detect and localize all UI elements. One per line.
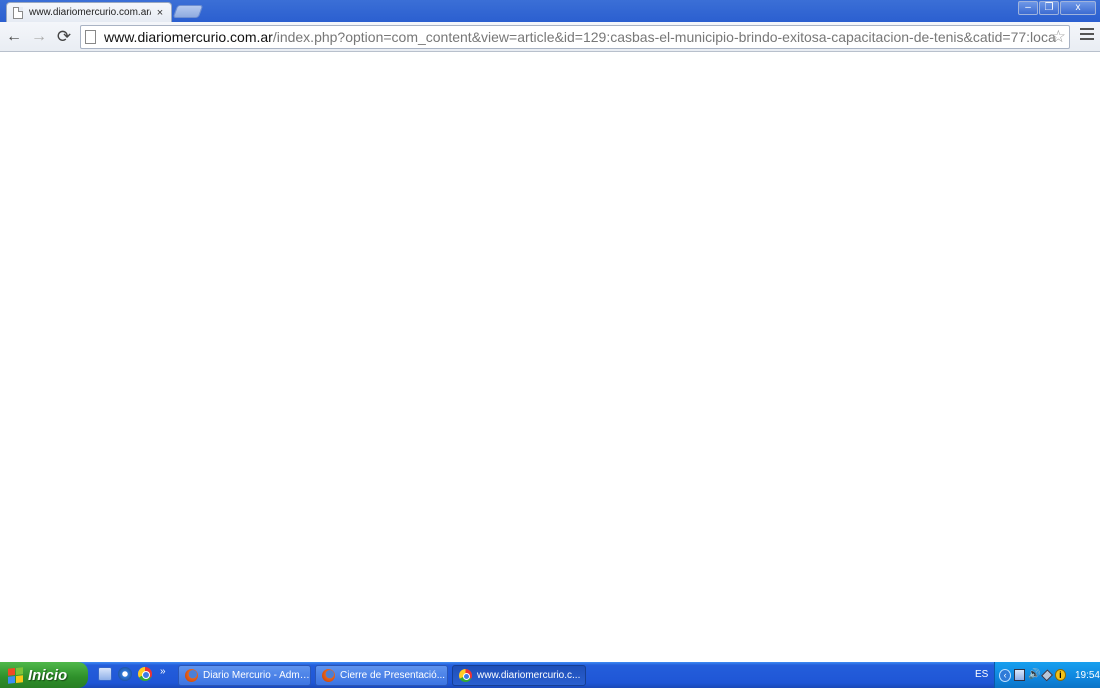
browser-toolbar: ← → ⟳ www.diariomercurio.com.ar/index.ph…: [0, 22, 1100, 52]
tab-strip: www.diariomercurio.com.ar/i × – ❐ x: [0, 0, 1100, 22]
clock: 19:54: [1074, 669, 1100, 681]
tab-close-icon[interactable]: ×: [155, 7, 165, 19]
minimize-button[interactable]: –: [1018, 1, 1038, 15]
windows-logo-icon: [8, 666, 23, 684]
chrome-icon[interactable]: [138, 667, 152, 681]
show-desktop-icon[interactable]: [98, 667, 112, 681]
taskbar-item-label: Diario Mercurio - Admi...: [203, 670, 310, 681]
taskbar-item-active[interactable]: www.diariomercurio.c...: [452, 665, 586, 686]
tab-title: www.diariomercurio.com.ar/i: [29, 7, 151, 18]
reload-button[interactable]: ⟳: [55, 28, 73, 46]
forward-button[interactable]: →: [30, 28, 48, 46]
quick-launch-more-icon[interactable]: »: [160, 666, 166, 677]
menu-icon[interactable]: [1080, 28, 1094, 44]
chrome-icon: [459, 669, 472, 682]
taskbar-item-label: www.diariomercurio.c...: [477, 670, 581, 681]
start-label: Inicio: [28, 666, 68, 684]
volume-icon[interactable]: 🔊: [1028, 669, 1040, 681]
page-icon: [85, 30, 96, 44]
url-text[interactable]: www.diariomercurio.com.ar/index.php?opti…: [104, 29, 1069, 45]
url-host: www.diariomercurio.com.ar: [104, 29, 273, 45]
address-bar[interactable]: www.diariomercurio.com.ar/index.php?opti…: [80, 25, 1070, 49]
back-button[interactable]: ←: [5, 28, 23, 46]
restore-button[interactable]: ❐: [1039, 1, 1059, 15]
new-tab-button[interactable]: [172, 5, 204, 18]
url-path: /index.php?option=com_content&view=artic…: [272, 29, 1056, 45]
firefox-icon: [322, 669, 335, 682]
media-player-icon[interactable]: [118, 667, 132, 681]
taskbar-item[interactable]: Diario Mercurio - Admi...: [178, 665, 311, 686]
system-tray: ‹ 🔊 i 19:54: [994, 662, 1100, 688]
show-hidden-icons-icon[interactable]: ‹: [999, 668, 1012, 682]
bookmark-star-icon[interactable]: ☆: [1051, 27, 1066, 47]
quick-launch: »: [98, 666, 166, 681]
close-window-button[interactable]: x: [1060, 1, 1096, 15]
safely-remove-hardware-icon[interactable]: [1041, 668, 1054, 682]
browser-tab[interactable]: www.diariomercurio.com.ar/i ×: [6, 2, 172, 22]
firefox-icon: [185, 669, 198, 682]
page-content: [0, 53, 1100, 662]
taskbar-item[interactable]: Cierre de Presentació...: [315, 665, 448, 686]
network-icon[interactable]: [1014, 669, 1026, 681]
taskbar-item-label: Cierre de Presentació...: [340, 670, 446, 681]
language-indicator[interactable]: ES: [975, 669, 988, 680]
info-icon[interactable]: i: [1054, 669, 1066, 681]
taskbar: Inicio » Diario Mercurio - Admi... Cierr…: [0, 662, 1100, 688]
page-favicon-icon: [13, 6, 23, 19]
start-button[interactable]: Inicio: [0, 662, 88, 688]
